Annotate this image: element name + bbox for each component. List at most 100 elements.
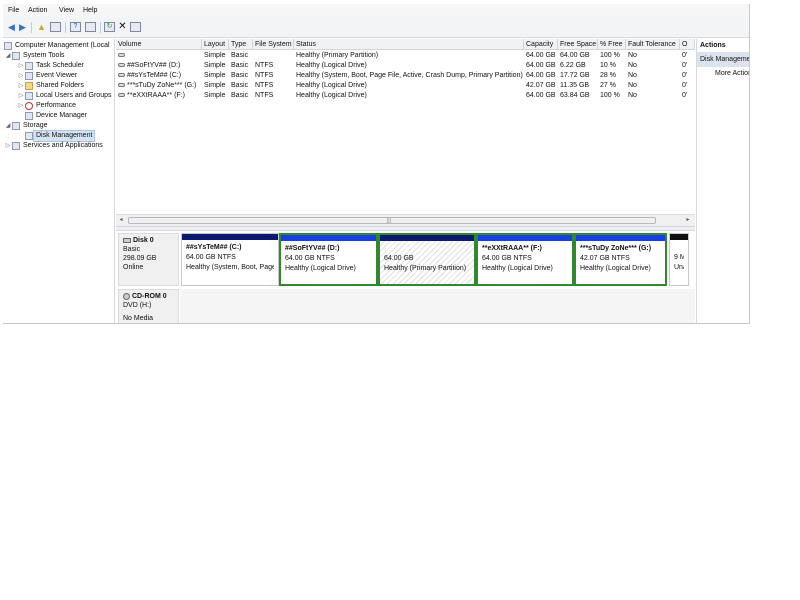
- table-cell[interactable]: 0': [680, 71, 695, 81]
- refresh-icon[interactable]: ↻: [104, 22, 115, 32]
- table-cell[interactable]: NTFS: [253, 71, 294, 81]
- scroll-left-icon[interactable]: ◂: [116, 215, 126, 226]
- expand-arrow-icon[interactable]: ▷: [17, 101, 25, 111]
- help-icon[interactable]: ?: [70, 22, 81, 32]
- table-cell[interactable]: Healthy (Logical Drive): [294, 61, 524, 71]
- volume-name-cell[interactable]: ##sYsTeM## (C:): [116, 71, 202, 81]
- table-cell[interactable]: No: [626, 81, 680, 91]
- expand-arrow-icon[interactable]: ▷: [17, 81, 25, 91]
- menu-view[interactable]: View: [59, 7, 74, 15]
- table-cell[interactable]: [253, 51, 294, 61]
- table-cell[interactable]: 63.84 GB: [558, 91, 598, 101]
- table-cell[interactable]: No: [626, 71, 680, 81]
- menu-file[interactable]: File: [8, 7, 19, 15]
- column-header[interactable]: Status: [294, 39, 524, 50]
- table-cell[interactable]: No: [626, 91, 680, 101]
- table-cell[interactable]: Healthy (System, Boot, Page File, Active…: [294, 71, 524, 81]
- tree-item-services-applications[interactable]: ▷ Services and Applications: [4, 141, 103, 151]
- partition-block[interactable]: 64.00 GB Healthy (Primary Partition): [378, 233, 476, 286]
- table-cell[interactable]: NTFS: [253, 81, 294, 91]
- checklist-icon[interactable]: [130, 22, 141, 32]
- volume-name-cell[interactable]: ***sTuDy ZoNe*** (G:): [116, 81, 202, 91]
- expand-arrow-icon[interactable]: ▷: [17, 71, 25, 81]
- expand-arrow-icon[interactable]: ▷: [4, 141, 12, 151]
- more-actions-link[interactable]: More Action: [697, 67, 749, 81]
- table-cell[interactable]: 0': [680, 51, 695, 61]
- column-header[interactable]: O: [680, 39, 695, 50]
- collapse-arrow-icon[interactable]: ◢: [4, 121, 12, 131]
- column-header[interactable]: Capacity: [524, 39, 558, 50]
- table-cell[interactable]: Healthy (Logical Drive): [294, 81, 524, 91]
- tree-item-device-manager[interactable]: Device Manager: [25, 111, 87, 121]
- table-cell[interactable]: 64.00 GB: [524, 51, 558, 61]
- delete-icon[interactable]: ✕: [117, 22, 128, 32]
- table-cell[interactable]: 64.00 GB: [524, 71, 558, 81]
- table-cell[interactable]: No: [626, 61, 680, 71]
- partition-block[interactable]: **eXXtRAAA** (F:) 64.00 GB NTFS Healthy (L…: [476, 233, 574, 286]
- properties-icon[interactable]: [85, 22, 96, 32]
- up-folder-icon[interactable]: ▲: [36, 22, 47, 32]
- table-cell[interactable]: Basic: [229, 81, 253, 91]
- expand-arrow-icon[interactable]: ▷: [17, 61, 25, 71]
- partition-block[interactable]: ***sTuDy ZoNe*** (G:) 42.07 GB NTFS Health…: [574, 233, 667, 286]
- table-cell[interactable]: 10 %: [598, 61, 626, 71]
- table-cell[interactable]: Simple: [202, 91, 229, 101]
- table-cell[interactable]: 64.00 GB: [558, 51, 598, 61]
- table-cell[interactable]: Healthy (Primary Partition): [294, 51, 524, 61]
- cdrom-0-label[interactable]: CD-ROM 0 DVD (H:) No Media: [118, 289, 179, 323]
- table-cell[interactable]: 0': [680, 81, 695, 91]
- disk-0-label[interactable]: Disk 0 Basic 298.09 GB Online: [118, 233, 179, 286]
- table-cell[interactable]: Basic: [229, 71, 253, 81]
- expand-arrow-icon[interactable]: ▷: [17, 91, 25, 101]
- show-hide-tree-icon[interactable]: [50, 22, 61, 32]
- tree-item-local-users[interactable]: ▷ Local Users and Groups: [17, 91, 111, 101]
- table-cell[interactable]: NTFS: [253, 61, 294, 71]
- volume-name-cell[interactable]: [116, 51, 202, 61]
- horizontal-scrollbar[interactable]: ◂ ||| ▸: [116, 214, 695, 226]
- table-cell[interactable]: 42.07 GB: [524, 81, 558, 91]
- table-cell[interactable]: 100 %: [598, 91, 626, 101]
- table-cell[interactable]: NTFS: [253, 91, 294, 101]
- column-header[interactable]: Volume: [116, 39, 202, 50]
- column-header[interactable]: Type: [229, 39, 253, 50]
- column-header[interactable]: File System: [253, 39, 294, 50]
- collapse-arrow-icon[interactable]: ◢: [4, 51, 12, 61]
- table-cell[interactable]: Basic: [229, 51, 253, 61]
- column-header[interactable]: % Free: [598, 39, 626, 50]
- column-header[interactable]: Layout: [202, 39, 229, 50]
- tree-item-performance[interactable]: ▷ Performance: [17, 101, 76, 111]
- table-cell[interactable]: 0': [680, 61, 695, 71]
- table-cell[interactable]: 64.00 GB: [524, 91, 558, 101]
- menu-action[interactable]: Action: [28, 7, 47, 15]
- scroll-right-icon[interactable]: ▸: [683, 215, 693, 226]
- back-arrow-icon[interactable]: ◀: [6, 22, 17, 32]
- table-cell[interactable]: 27 %: [598, 81, 626, 91]
- table-cell[interactable]: Basic: [229, 91, 253, 101]
- table-cell[interactable]: Healthy (Logical Drive): [294, 91, 524, 101]
- actions-section-disk-management[interactable]: Disk Managemen: [697, 52, 749, 67]
- partition-block[interactable]: 9 M Una: [669, 233, 689, 286]
- scroll-thumb[interactable]: |||: [128, 217, 656, 224]
- forward-arrow-icon[interactable]: ▶: [17, 22, 28, 32]
- tree-item-disk-management[interactable]: Disk Management: [17, 130, 96, 142]
- partition-block[interactable]: ##sYsTeM## (C:) 64.00 GB NTFS Healthy (Sys…: [181, 233, 279, 286]
- column-header[interactable]: Free Space: [558, 39, 598, 50]
- tree-item-shared-folders[interactable]: ▷ Shared Folders: [17, 81, 84, 91]
- table-cell[interactable]: 64.00 GB: [524, 61, 558, 71]
- table-cell[interactable]: 17.72 GB: [558, 71, 598, 81]
- tree-item-task-scheduler[interactable]: ▷ Task Scheduler: [17, 61, 84, 71]
- volume-name-cell[interactable]: ##SoFtYV## (D:): [116, 61, 202, 71]
- table-cell[interactable]: Simple: [202, 51, 229, 61]
- table-cell[interactable]: Simple: [202, 71, 229, 81]
- tree-item-system-tools[interactable]: ◢ System Tools: [4, 51, 65, 61]
- table-cell[interactable]: Simple: [202, 81, 229, 91]
- table-cell[interactable]: No: [626, 51, 680, 61]
- table-cell[interactable]: 100 %: [598, 51, 626, 61]
- table-cell[interactable]: Basic: [229, 61, 253, 71]
- table-cell[interactable]: 0': [680, 91, 695, 101]
- menu-help[interactable]: Help: [83, 7, 97, 15]
- partition-block[interactable]: ##SoFtYV## (D:) 64.00 GB NTFS Healthy (Log…: [279, 233, 378, 286]
- table-cell[interactable]: 6.22 GB: [558, 61, 598, 71]
- table-cell[interactable]: Simple: [202, 61, 229, 71]
- column-header[interactable]: Fault Tolerance: [626, 39, 680, 50]
